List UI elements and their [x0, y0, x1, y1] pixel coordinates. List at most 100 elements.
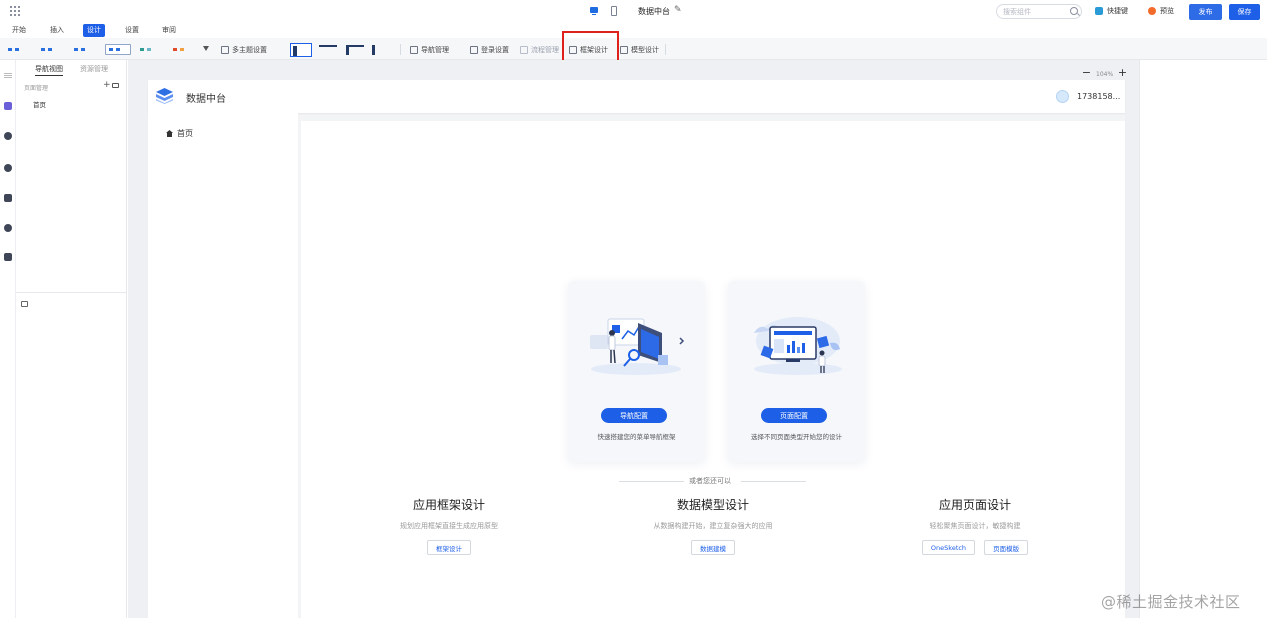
layout-left-nav-option[interactable] — [290, 43, 312, 57]
zoom-in-button[interactable]: + — [1117, 67, 1128, 79]
tab-nav-view[interactable]: 导航视图 — [35, 64, 63, 76]
add-page-icon[interactable]: + — [103, 80, 111, 90]
feature-title: 应用页面设计 — [938, 498, 1011, 512]
login-icon — [470, 46, 478, 54]
theme-swatch[interactable] — [5, 44, 31, 55]
tab-settings[interactable]: 设置 — [121, 24, 143, 37]
zoom-out-button[interactable]: − — [1081, 67, 1092, 79]
feature-data-model: 数据模型设计 从数据构建开始，建立复杂强大的应用 数据建模 — [613, 496, 813, 555]
nav-config-button[interactable]: 导航配置 — [601, 408, 667, 423]
nav-icon — [410, 46, 418, 54]
panel-tabs: 导航视图 资源管理 — [16, 63, 127, 76]
theme-settings-icon — [221, 46, 229, 54]
app-name: 数据中台 — [186, 94, 226, 105]
feature-desc: 轻松聚焦页面设计，敏捷构建 — [929, 522, 1021, 530]
or-text: 或者您还可以 — [689, 477, 731, 485]
home-icon — [166, 130, 173, 137]
apps-grid-icon[interactable] — [10, 6, 20, 16]
design-ribbon: 多主题设置 导航管理 登录设置 流程管理 框架设计 模型设计 — [0, 38, 1267, 60]
app-logo — [156, 88, 173, 104]
tab-review[interactable]: 审阅 — [158, 24, 180, 37]
layout-top-left-nav-option[interactable] — [344, 43, 366, 57]
preview-icon — [1148, 7, 1156, 15]
preview-button[interactable]: 预览 — [1148, 6, 1174, 16]
onesketch-button[interactable]: OneSketch — [921, 540, 976, 555]
collapse-menu-icon[interactable] — [4, 73, 12, 74]
search-icon[interactable] — [1070, 7, 1078, 15]
link-icon[interactable] — [4, 224, 12, 232]
page-template-button[interactable]: 页面模版 — [984, 540, 1029, 555]
feature-page-design: 应用页面设计 轻松聚焦页面设计，敏捷构建 OneSketch 页面模版 — [875, 496, 1075, 555]
data-icon[interactable] — [4, 194, 12, 202]
page-mgmt-label: 页面管理 — [24, 85, 49, 92]
theme-swatch[interactable] — [170, 44, 196, 55]
shortcut-button[interactable]: 快捷键 — [1095, 6, 1128, 16]
zoom-level: 104% — [1096, 71, 1114, 78]
page-config-button[interactable]: 页面配置 — [761, 408, 827, 423]
nav-config-desc: 快速搭建您的菜单导航框架 — [597, 433, 676, 441]
panel-divider — [16, 292, 127, 293]
theme-swatch[interactable] — [137, 44, 163, 55]
user-name[interactable]: 1738158... — [1077, 92, 1120, 101]
theme-swatch-selected[interactable] — [105, 44, 131, 55]
flow-icon — [520, 46, 528, 54]
nav-config-card[interactable]: 导航配置 快速搭建您的菜单导航框架 — [568, 281, 705, 462]
feature-desc: 规划应用框架直接生成应用原型 — [400, 522, 498, 530]
nav-config-illustration — [590, 318, 685, 375]
search-input[interactable] — [1003, 6, 1065, 17]
tab-start[interactable]: 开始 — [8, 24, 30, 37]
left-panel: 导航视图 资源管理 页面管理 + 首页 — [16, 60, 127, 618]
model-design-button[interactable]: 模型设计 — [620, 45, 659, 55]
top-bar: 数据中台 ✎ 快捷键 预览 发布 保存 — [0, 0, 1267, 22]
chevron-down-icon[interactable] — [203, 46, 209, 51]
app-sidebar: 首页 — [148, 113, 298, 618]
user-avatar[interactable] — [1056, 90, 1069, 103]
nav-mgmt-button[interactable]: 导航管理 — [410, 45, 449, 55]
ribbon-divider — [665, 44, 666, 55]
icon-rail — [0, 60, 16, 618]
app-main: 导航配置 快速搭建您的菜单导航框架 页面配置 选择不同页面类型开始您的设计 或者… — [301, 121, 1125, 618]
layout-top-nav-option[interactable] — [317, 43, 339, 57]
desktop-view-icon[interactable] — [588, 5, 600, 17]
theme-swatch[interactable] — [38, 44, 64, 55]
login-settings-button[interactable]: 登录设置 — [470, 45, 509, 55]
mobile-view-icon[interactable] — [608, 5, 620, 17]
feature-desc: 从数据构建开始，建立复杂强大的应用 — [653, 522, 773, 530]
tab-insert[interactable]: 插入 — [46, 24, 68, 37]
flow-mgmt-button[interactable]: 流程管理 — [520, 45, 559, 55]
app-preview: 数据中台 1738158... 首页 导航配置 快速搭建您的菜单导航框架 页面配… — [148, 80, 1125, 618]
package-icon[interactable] — [4, 253, 12, 261]
model-design-icon — [620, 46, 628, 54]
pages-icon[interactable] — [4, 102, 12, 110]
tab-resource-mgmt[interactable]: 资源管理 — [80, 64, 108, 74]
folder-icon[interactable] — [112, 83, 119, 88]
layout-side-nav-option[interactable] — [369, 43, 391, 57]
multi-theme-button[interactable]: 多主题设置 — [221, 45, 267, 55]
app-title: 数据中台 — [638, 7, 670, 16]
edit-title-icon[interactable]: ✎ — [674, 5, 682, 15]
sidebar-item-home[interactable]: 首页 — [177, 128, 193, 139]
search-box[interactable] — [996, 4, 1082, 19]
page-config-desc: 选择不同页面类型开始您的设计 — [751, 433, 842, 441]
preview-label: 预览 — [1160, 7, 1174, 15]
divider-line — [741, 481, 806, 482]
layout-icon[interactable] — [21, 301, 28, 307]
menu-bar: 开始 插入 设计 设置 审阅 — [0, 22, 1267, 38]
publish-button[interactable]: 发布 — [1189, 4, 1222, 20]
watermark: @稀土掘金技术社区 — [1101, 593, 1241, 611]
save-button[interactable]: 保存 — [1229, 4, 1260, 20]
page-list-item[interactable]: 首页 — [33, 99, 46, 109]
data-modeling-button[interactable]: 数据建模 — [691, 540, 735, 555]
keyboard-icon — [1095, 7, 1103, 15]
components-icon[interactable] — [4, 132, 12, 140]
shortcut-label: 快捷键 — [1107, 7, 1128, 15]
frame-design-link-button[interactable]: 框架设计 — [427, 540, 471, 555]
chart-icon[interactable] — [4, 164, 12, 172]
page-config-illustration — [754, 317, 842, 375]
feature-title: 应用框架设计 — [412, 498, 485, 512]
app-header: 数据中台 1738158... — [148, 80, 1125, 113]
tab-design[interactable]: 设计 — [83, 24, 105, 37]
divider-line — [619, 481, 684, 482]
page-config-card[interactable]: 页面配置 选择不同页面类型开始您的设计 — [728, 281, 865, 462]
theme-swatch[interactable] — [71, 44, 97, 55]
